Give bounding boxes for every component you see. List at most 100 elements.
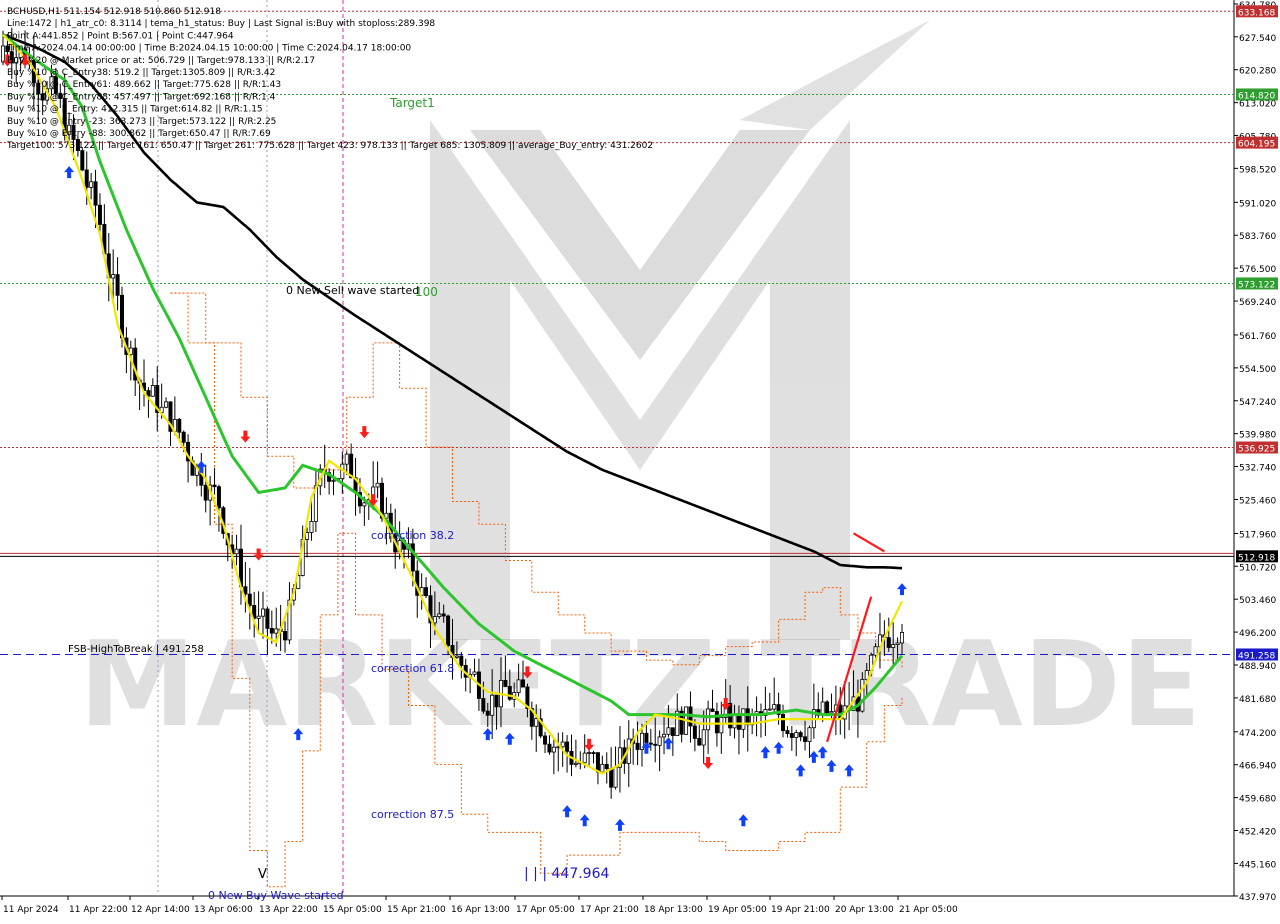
price-level-label: 614.820 — [1238, 91, 1275, 101]
candle-body — [490, 694, 495, 716]
price-level-label: 573.122 — [1238, 280, 1275, 290]
info-line: Point A:441.852 | Point B:567.01 | Point… — [7, 31, 234, 41]
y-tick-label: 517.960 — [1239, 530, 1276, 540]
candle-body — [582, 752, 587, 764]
candle-body — [798, 732, 803, 738]
y-tick-label: 598.520 — [1239, 165, 1276, 175]
y-tick-label: 488.940 — [1239, 662, 1276, 672]
candle-body — [697, 737, 702, 746]
y-tick-label: 539.980 — [1239, 431, 1276, 441]
candle-body — [150, 385, 155, 397]
chart-svg[interactable]: MARKETZITRADE 634.780627.540620.280613.0… — [0, 0, 1280, 920]
candle-body — [261, 608, 266, 617]
candle-body — [256, 615, 261, 619]
candle-body — [181, 431, 186, 443]
candle-body — [701, 729, 706, 746]
candle-body — [604, 763, 609, 769]
candle-body — [648, 742, 653, 745]
candle-body — [93, 181, 98, 206]
x-tick-label: 13 Apr 06:00 — [194, 905, 253, 915]
candle-body — [719, 717, 724, 734]
candle-body — [745, 708, 750, 726]
candle-body — [331, 479, 336, 482]
candle-body — [274, 628, 279, 634]
candle-body — [375, 482, 380, 488]
info-line: Buy %20 @ Market price or at: 506.729 ||… — [7, 56, 315, 66]
correction-87-label: correction 87.5 — [371, 808, 454, 821]
y-tick-label: 466.940 — [1239, 762, 1276, 772]
y-tick-label: 496.200 — [1239, 629, 1276, 639]
candle-body — [829, 711, 834, 714]
candle-body — [741, 708, 746, 730]
candle-body — [80, 150, 85, 171]
candle-body — [543, 735, 548, 745]
candle-body — [706, 708, 711, 731]
candle-body — [551, 746, 556, 753]
v-marker: V — [258, 867, 267, 882]
candle-body — [560, 741, 565, 748]
price-level-label: 604.195 — [1238, 140, 1275, 150]
x-tick-label: 17 Apr 05:00 — [516, 905, 575, 915]
candle-body — [653, 743, 658, 746]
info-line: Buy %10 @ C_Entry61: 489.662 || Target:7… — [7, 80, 281, 90]
candle-body — [309, 520, 314, 533]
y-tick-label: 627.540 — [1239, 34, 1276, 44]
price-level-label: 536.925 — [1238, 445, 1275, 455]
candle-body — [216, 486, 221, 509]
candle-body — [789, 733, 794, 738]
candle-body — [785, 730, 790, 734]
candle-body — [692, 725, 697, 739]
correction-38-label: correction 38.2 — [371, 529, 454, 542]
candle-body — [635, 742, 640, 750]
candle-body — [164, 401, 169, 408]
candle-body — [111, 274, 116, 279]
forex-chart[interactable]: MARKETZITRADE 634.780627.540620.280613.0… — [0, 0, 1280, 920]
x-tick-label: 15 Apr 05:00 — [323, 905, 382, 915]
y-tick-label: 510.720 — [1239, 563, 1276, 573]
candle-body — [454, 655, 459, 658]
info-line: Buy %10 @ C_Entry38: 519.2 || Target:130… — [7, 68, 275, 78]
y-tick-label: 532.740 — [1239, 463, 1276, 473]
candle-body — [507, 686, 512, 700]
x-tick-label: 13 Apr 22:00 — [259, 905, 318, 915]
candle-body — [437, 613, 442, 617]
x-tick-label: 15 Apr 21:00 — [387, 905, 446, 915]
candle-body — [860, 678, 865, 712]
candle-body — [424, 587, 429, 597]
y-tick-label: 591.020 — [1239, 199, 1276, 209]
price-level-label: 633.168 — [1238, 8, 1275, 18]
candle-body — [710, 708, 715, 712]
y-tick-label: 459.680 — [1239, 795, 1276, 805]
candle-body — [886, 637, 891, 648]
info-line: Line:1472 | h1_atr_c0: 8.3114 | tema_h1_… — [7, 19, 435, 29]
info-line: BCHUSD,H1 511.154 512.918 510.860 512.91… — [7, 7, 221, 17]
x-tick-label: 21 Apr 05:00 — [899, 905, 958, 915]
high-to-break-label: FSB-HighToBreak | 491.258 — [68, 644, 204, 655]
y-tick-label: 547.240 — [1239, 398, 1276, 408]
candle-body — [587, 752, 592, 754]
y-tick-label: 554.500 — [1239, 365, 1276, 375]
candle-body — [534, 718, 539, 727]
watermark-text: MARKETZITRADE — [79, 615, 1202, 753]
candle-body — [203, 484, 208, 501]
candle-body — [666, 727, 671, 735]
new-buy-wave-label: 0 New Buy Wave started — [208, 889, 344, 902]
info-line: Buy %10 @ C_Entry88: 457.497 || Target:6… — [7, 92, 276, 102]
candle-body — [446, 615, 451, 646]
x-tick-label: 19 Apr 21:00 — [771, 905, 830, 915]
candle-body — [89, 181, 94, 188]
candle-body — [825, 701, 830, 714]
candle-body — [481, 698, 486, 712]
candle-body — [547, 743, 552, 753]
candle-body — [895, 642, 900, 645]
candle-body — [662, 733, 667, 738]
candle-body — [305, 532, 310, 540]
candle-body — [485, 710, 490, 716]
x-tick-label: 11 Apr 2024 — [3, 905, 59, 915]
candle-body — [807, 727, 812, 743]
candle-body — [410, 543, 415, 572]
candle-body — [521, 679, 526, 688]
x-tick-label: 11 Apr 22:00 — [69, 905, 128, 915]
candle-body — [265, 608, 270, 629]
candle-body — [772, 704, 777, 710]
